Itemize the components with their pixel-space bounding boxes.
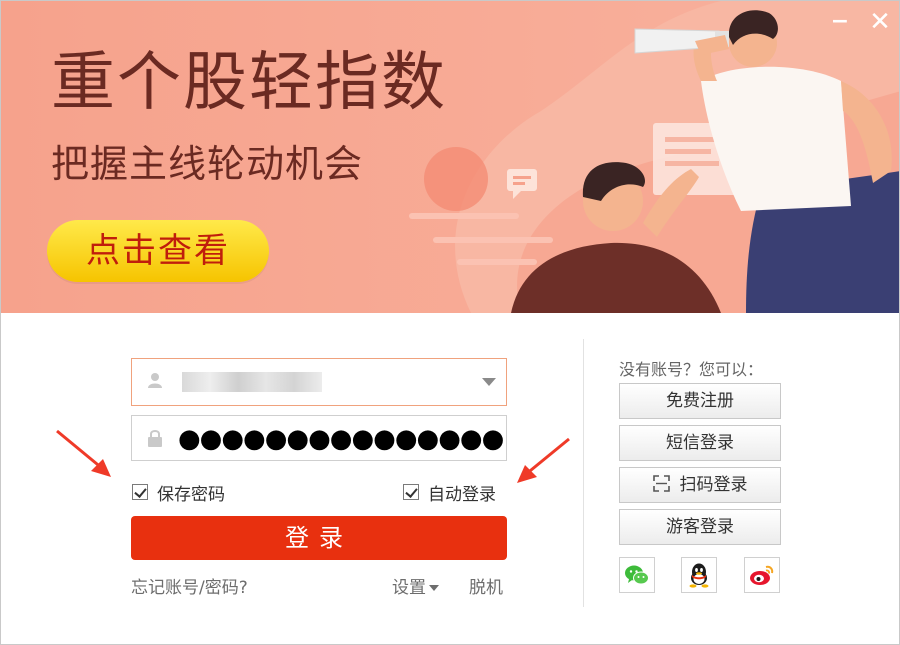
banner-headline: 重个股轻指数 bbox=[51, 46, 447, 120]
wechat-login-button[interactable] bbox=[619, 557, 655, 593]
annotation-arrow-right bbox=[517, 437, 570, 483]
qr-login-label: 扫码登录 bbox=[679, 475, 748, 495]
password-field[interactable]: ●●●●●●●●●●●●●●●●●●●● bbox=[131, 415, 507, 461]
minimize-button[interactable]: − bbox=[827, 9, 853, 35]
weibo-icon bbox=[750, 565, 774, 585]
qq-login-button[interactable] bbox=[681, 557, 717, 593]
password-mask: ●●●●●●●●●●●●●●●●●●●● bbox=[178, 425, 504, 453]
auto-login-checkbox[interactable]: 自动登录 bbox=[403, 482, 496, 505]
wechat-icon bbox=[625, 565, 649, 585]
scan-icon bbox=[652, 475, 670, 492]
panel-divider bbox=[583, 339, 584, 607]
annotation-arrow-left bbox=[56, 429, 111, 477]
qq-icon bbox=[689, 563, 709, 588]
offline-link[interactable]: 脱机 bbox=[469, 573, 503, 598]
save-password-label: 保存密码 bbox=[157, 484, 225, 505]
qr-login-button[interactable]: 扫码登录 bbox=[619, 467, 781, 503]
login-button[interactable]: 登录 bbox=[131, 516, 507, 560]
save-password-check-icon[interactable] bbox=[132, 484, 148, 500]
promo-banner[interactable]: 重个股轻指数 把握主线轮动机会 点击查看 − ✕ bbox=[1, 1, 899, 313]
account-dropdown-icon[interactable] bbox=[482, 378, 496, 386]
auto-login-check-icon[interactable] bbox=[403, 484, 419, 500]
username-field[interactable] bbox=[131, 358, 507, 406]
login-window: 重个股轻指数 把握主线轮动机会 点击查看 − ✕ ●●●●●●●●●●●●●●●… bbox=[0, 0, 900, 645]
banner-subline: 把握主线轮动机会 bbox=[51, 142, 364, 186]
guest-login-button[interactable]: 游客登录 bbox=[619, 509, 781, 545]
auto-login-label: 自动登录 bbox=[428, 484, 496, 505]
lock-icon bbox=[148, 430, 162, 447]
forgot-password-link[interactable]: 忘记账号/密码? bbox=[131, 573, 248, 598]
view-now-button[interactable]: 点击查看 bbox=[47, 220, 269, 282]
close-button[interactable]: ✕ bbox=[867, 9, 893, 35]
weibo-login-button[interactable] bbox=[744, 557, 780, 593]
user-icon bbox=[148, 373, 162, 388]
username-value-redacted bbox=[182, 372, 322, 392]
no-account-label: 没有账号？您可以： bbox=[619, 360, 764, 379]
save-password-checkbox[interactable]: 保存密码 bbox=[132, 482, 225, 505]
settings-label: 设置 bbox=[392, 578, 426, 598]
register-button[interactable]: 免费注册 bbox=[619, 383, 781, 419]
sms-login-button[interactable]: 短信登录 bbox=[619, 425, 781, 461]
settings-link[interactable]: 设置 bbox=[392, 573, 439, 598]
chevron-down-icon bbox=[429, 585, 439, 591]
